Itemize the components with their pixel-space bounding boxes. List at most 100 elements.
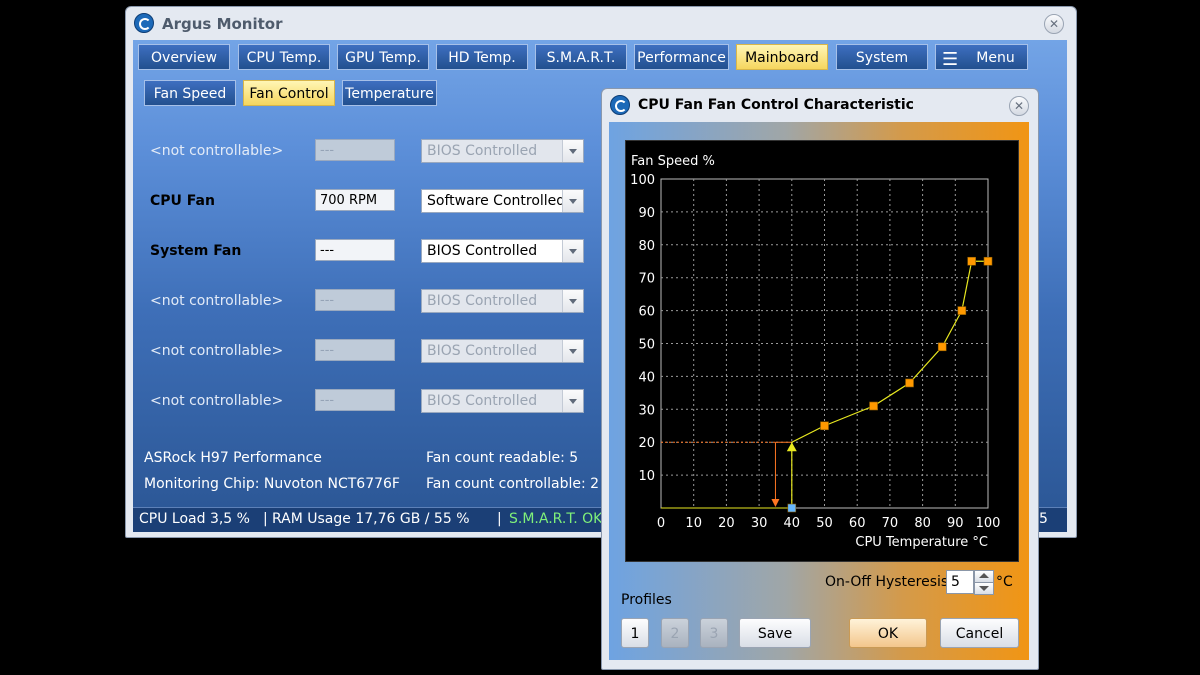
tab-cpu-temp[interactable]: CPU Temp. bbox=[238, 44, 330, 70]
y-tick-label: 10 bbox=[638, 469, 655, 484]
fan-control-dialog: CPU Fan Fan Control Characteristic ✕ 0 10… bbox=[601, 88, 1039, 670]
status-cpu-load: CPU Load 3,5 % bbox=[139, 511, 250, 527]
x-tick-label: 40 bbox=[784, 516, 801, 531]
y-tick-label: 50 bbox=[638, 338, 655, 353]
fan-mode-value: BIOS Controlled bbox=[427, 243, 538, 259]
tab-smart[interactable]: S.M.A.R.T. bbox=[535, 44, 627, 70]
curve-point bbox=[905, 378, 914, 388]
status-ram-usage: RAM Usage 17,76 GB / 55 % bbox=[272, 511, 470, 527]
fan-rpm-field: --- bbox=[315, 339, 395, 361]
save-button[interactable]: Save bbox=[739, 618, 811, 648]
fan-mode-value: BIOS Controlled bbox=[427, 143, 538, 159]
fan-name: <not controllable> bbox=[150, 343, 284, 359]
profile-1-button[interactable]: 1 bbox=[621, 618, 649, 648]
status-smart: S.M.A.R.T. OK bbox=[509, 511, 603, 527]
fan-mode-select[interactable]: BIOS Controlled bbox=[421, 239, 584, 263]
fan-mode-value: BIOS Controlled bbox=[427, 393, 538, 409]
fan-rpm-field: --- bbox=[315, 389, 395, 411]
fan-name: System Fan bbox=[150, 243, 242, 259]
subtab-temperature[interactable]: Temperature bbox=[342, 80, 437, 106]
fan-mode-select[interactable]: Software Controlled bbox=[421, 189, 584, 213]
fan-count-readable: Fan count readable: 5 bbox=[426, 450, 579, 466]
dialog-title-bar[interactable]: CPU Fan Fan Control Characteristic ✕ bbox=[602, 89, 1038, 121]
status-separator: | bbox=[497, 511, 502, 527]
cancel-button[interactable]: Cancel bbox=[940, 618, 1019, 648]
tab-system[interactable]: System bbox=[836, 44, 928, 70]
curve-point bbox=[983, 256, 993, 266]
fan-mode-value: BIOS Controlled bbox=[427, 343, 538, 359]
status-separator: | bbox=[263, 511, 268, 527]
x-tick-label: 90 bbox=[947, 516, 964, 531]
hamburger-icon: ☰ bbox=[942, 49, 959, 70]
profile-2-button: 2 bbox=[661, 618, 689, 648]
x-tick-label: 70 bbox=[882, 516, 899, 531]
subtab-fan-speed[interactable]: Fan Speed bbox=[144, 80, 236, 106]
curve-point bbox=[787, 503, 797, 513]
close-icon[interactable]: ✕ bbox=[1044, 14, 1064, 34]
tab-gpu-temp[interactable]: GPU Temp. bbox=[337, 44, 429, 70]
y-tick-label: 30 bbox=[638, 403, 655, 418]
fan-rpm-field: --- bbox=[315, 289, 395, 311]
fan-curve-svg[interactable]: 0 10 20 30 40 50 60 70 80 90 100 10 20 30 40 50 60 70 80 90… bbox=[626, 141, 1018, 561]
x-tick-label: 50 bbox=[816, 516, 833, 531]
close-icon[interactable]: ✕ bbox=[1009, 96, 1029, 116]
chevron-down-icon bbox=[562, 340, 583, 362]
chevron-down-icon bbox=[562, 290, 583, 312]
x-tick-label: 80 bbox=[914, 516, 931, 531]
x-axis-label: CPU Temperature °C bbox=[855, 535, 988, 550]
tab-overview[interactable]: Overview bbox=[138, 44, 230, 70]
hysteresis-on-arrow bbox=[786, 442, 797, 452]
fan-name: <not controllable> bbox=[150, 143, 284, 159]
chevron-down-icon[interactable] bbox=[562, 240, 583, 262]
hysteresis-input[interactable]: 5 bbox=[946, 570, 974, 594]
curve-point bbox=[820, 421, 829, 431]
chevron-down-icon bbox=[562, 140, 583, 162]
x-tick-label: 60 bbox=[849, 516, 866, 531]
app-logo-icon bbox=[134, 13, 154, 33]
y-tick-label: 40 bbox=[638, 370, 655, 385]
dialog-body: 0 10 20 30 40 50 60 70 80 90 100 10 20 30 40 50 60 70 80 90… bbox=[609, 122, 1029, 660]
x-tick-label: 30 bbox=[751, 516, 768, 531]
fan-mode-value: BIOS Controlled bbox=[427, 293, 538, 309]
y-tick-label: 70 bbox=[638, 272, 655, 287]
profile-3-button: 3 bbox=[700, 618, 728, 648]
curve-point bbox=[967, 256, 976, 266]
fan-mode-select: BIOS Controlled bbox=[421, 139, 584, 163]
chevron-down-icon[interactable] bbox=[562, 190, 583, 212]
fan-rpm-field: --- bbox=[315, 139, 395, 161]
tab-hd-temp[interactable]: HD Temp. bbox=[436, 44, 528, 70]
hysteresis-stepper[interactable] bbox=[974, 570, 994, 595]
fan-mode-select: BIOS Controlled bbox=[421, 289, 584, 313]
fan-mode-select: BIOS Controlled bbox=[421, 339, 584, 363]
fan-mode-value: Software Controlled bbox=[427, 193, 566, 209]
curve-point bbox=[937, 342, 947, 352]
title-bar[interactable]: Argus Monitor ✕ bbox=[126, 7, 1076, 39]
fan-count-controllable: Fan count controllable: 2 bbox=[426, 476, 600, 492]
fan-name: CPU Fan bbox=[150, 193, 215, 209]
fan-rpm-field: 700 RPM bbox=[315, 189, 395, 211]
subtab-fan-control[interactable]: Fan Control bbox=[243, 80, 335, 106]
fan-name: <not controllable> bbox=[150, 293, 284, 309]
profiles-label: Profiles bbox=[621, 592, 672, 608]
x-tick-label: 10 bbox=[685, 516, 702, 531]
monitoring-chip: Monitoring Chip: Nuvoton NCT6776F bbox=[144, 476, 400, 492]
chevron-down-icon[interactable] bbox=[974, 582, 994, 595]
x-tick-label: 0 bbox=[657, 516, 665, 531]
hysteresis-label: On-Off Hysteresis bbox=[825, 574, 949, 590]
y-tick-label: 90 bbox=[638, 206, 655, 221]
y-tick-label: 60 bbox=[638, 305, 655, 320]
board-name: ASRock H97 Performance bbox=[144, 450, 322, 466]
curve-point bbox=[869, 401, 878, 411]
y-tick-label: 100 bbox=[630, 173, 655, 188]
tab-mainboard[interactable]: Mainboard bbox=[736, 44, 828, 70]
hysteresis-unit: °C bbox=[996, 574, 1013, 590]
hysteresis-off-arrow bbox=[771, 499, 780, 507]
fan-curve-chart: 0 10 20 30 40 50 60 70 80 90 100 10 20 30 40 50 60 70 80 90… bbox=[625, 140, 1019, 562]
fan-mode-select: BIOS Controlled bbox=[421, 389, 584, 413]
tab-performance[interactable]: Performance bbox=[634, 44, 729, 70]
dialog-title: CPU Fan Fan Control Characteristic bbox=[638, 97, 914, 113]
fan-name: <not controllable> bbox=[150, 393, 284, 409]
tab-menu[interactable]: ☰ Menu bbox=[935, 44, 1028, 70]
ok-button[interactable]: OK bbox=[849, 618, 927, 648]
y-axis-label: Fan Speed % bbox=[631, 154, 715, 169]
